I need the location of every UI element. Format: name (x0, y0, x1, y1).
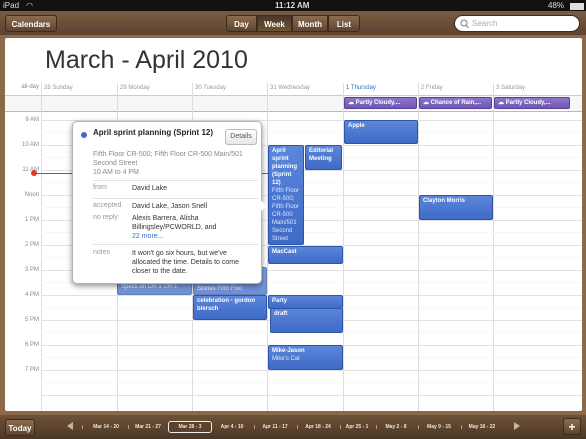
hour-label: Noon (24, 192, 39, 198)
day-header-mon[interactable]: 29 Monday (117, 83, 192, 94)
half-hour-line (41, 382, 582, 383)
week-item[interactable]: May 16 - 22 (461, 423, 503, 431)
battery-level: 48% (548, 1, 565, 10)
week-item[interactable]: Apr 18 - 24 (297, 423, 339, 431)
day-header-wed[interactable]: 31 Wednesday (267, 83, 343, 94)
event-apple[interactable]: Apple (344, 120, 418, 144)
hour-label: 1 PM (24, 217, 39, 223)
event-maccast[interactable]: MacCast (268, 246, 343, 264)
device-label: iPad (3, 1, 20, 10)
no-reply-value: Alexis Barrera, Alisha Billingsley/PCWOR… (132, 215, 217, 240)
no-reply-label: no reply (93, 214, 118, 221)
tab-week[interactable]: Week (257, 15, 292, 32)
tab-month[interactable]: Month (292, 15, 328, 32)
accepted-value: David Lake, Jason Snell (132, 203, 208, 210)
popover-title: April sprint planning (Sprint 12) (93, 128, 213, 137)
all-day-label: all-day (21, 84, 39, 90)
event-popover: April sprint planning (Sprint 12) Detail… (72, 121, 262, 284)
weather-event-sat[interactable]: ☁ Partly Cloudy,... (494, 97, 570, 109)
divider (93, 180, 258, 181)
hour-label: 9 AM (25, 117, 39, 123)
hour-line (41, 370, 582, 371)
calendars-button[interactable]: Calendars (5, 15, 57, 32)
from-label: from (93, 184, 107, 191)
tab-list[interactable]: List (328, 15, 360, 32)
popover-arrow (259, 199, 267, 213)
add-event-button[interactable]: + (563, 418, 581, 435)
calendar-color-dot (81, 132, 87, 138)
event-april-sprint[interactable]: April sprint planning (Sprint 12) Fifth F… (268, 145, 304, 245)
page-title: March - April 2010 (45, 46, 248, 74)
hour-line (41, 395, 582, 396)
day-header-thu[interactable]: 1 Thursday (343, 83, 418, 94)
from-value: David Lake (132, 185, 168, 192)
divider (93, 244, 258, 245)
status-bar: iPad ◠ 11:12 AM 48% (0, 0, 586, 11)
week-item[interactable]: Mar 21 - 27 (128, 423, 168, 431)
hour-label: 4 PM (24, 292, 39, 298)
clock: 11:12 AM (275, 1, 310, 10)
next-week-arrow-icon[interactable] (514, 422, 520, 430)
day-header-tue[interactable]: 30 Tuesday (192, 83, 267, 94)
hour-label: 6 PM (24, 342, 39, 348)
notes-label: notes (93, 249, 111, 256)
weather-event-thu[interactable]: ☁ Partly Cloudy,... (344, 97, 417, 109)
event-celebration[interactable]: celebration - gordon biersch (193, 295, 267, 320)
event-editorial-meeting[interactable]: Editorial Meeting (305, 145, 342, 170)
hour-label: 3 PM (24, 267, 39, 273)
event-clayton-morris[interactable]: Clayton Morris (419, 195, 493, 220)
divider (93, 198, 258, 199)
hour-label: 2 PM (24, 242, 39, 248)
week-item[interactable]: Apr 25 - 1 (340, 423, 374, 431)
accepted-label: accepted (93, 202, 122, 209)
tab-day[interactable]: Day (226, 15, 257, 32)
week-item-selected[interactable]: Mar 28 - 3 (168, 421, 212, 433)
battery-icon (570, 3, 584, 10)
event-party[interactable]: Party (268, 295, 343, 309)
week-item[interactable]: Mar 14 - 20 (86, 423, 126, 431)
day-header-sat[interactable]: 3 Saturday (493, 83, 582, 94)
day-header-sun[interactable]: 28 Sunday (41, 83, 117, 94)
search-placeholder: Search (472, 19, 498, 28)
more-attendees-link[interactable]: 22 more... (132, 233, 164, 240)
week-item[interactable]: Apr 4 - 10 (212, 423, 252, 431)
details-button[interactable]: Details (225, 129, 257, 145)
event-mike-jason[interactable]: Mike-Jason Mike's Car (268, 345, 343, 370)
popover-location: Fifth Floor CR-500; Fifth Floor CR-500 M… (93, 150, 253, 177)
week-tick (82, 425, 83, 429)
current-time-dot (31, 170, 37, 176)
day-header-fri[interactable]: 2 Friday (418, 83, 493, 94)
week-item[interactable]: May 9 - 15 (418, 423, 460, 431)
today-button[interactable]: Today (5, 419, 35, 436)
search-icon (460, 19, 469, 29)
calendars-button-label: Calendars (11, 20, 51, 29)
search-input[interactable]: Search (454, 15, 580, 32)
weather-event-fri[interactable]: ☁ Chance of Rain,... (419, 97, 492, 109)
hour-label: 10 AM (21, 142, 39, 148)
previous-week-arrow-icon[interactable] (67, 422, 73, 430)
event-draft[interactable]: draft (270, 308, 343, 333)
hour-label: 5 PM (24, 317, 39, 323)
notes-value: It won't go six hours, but we've allocat… (132, 250, 239, 275)
wifi-icon: ◠ (26, 1, 33, 10)
week-item[interactable]: Apr 11 - 17 (254, 423, 296, 431)
hour-label: 7 PM (24, 367, 39, 373)
popover-time: 10 AM to 4 PM (93, 169, 139, 176)
week-item[interactable]: May 2 - 8 (376, 423, 416, 431)
